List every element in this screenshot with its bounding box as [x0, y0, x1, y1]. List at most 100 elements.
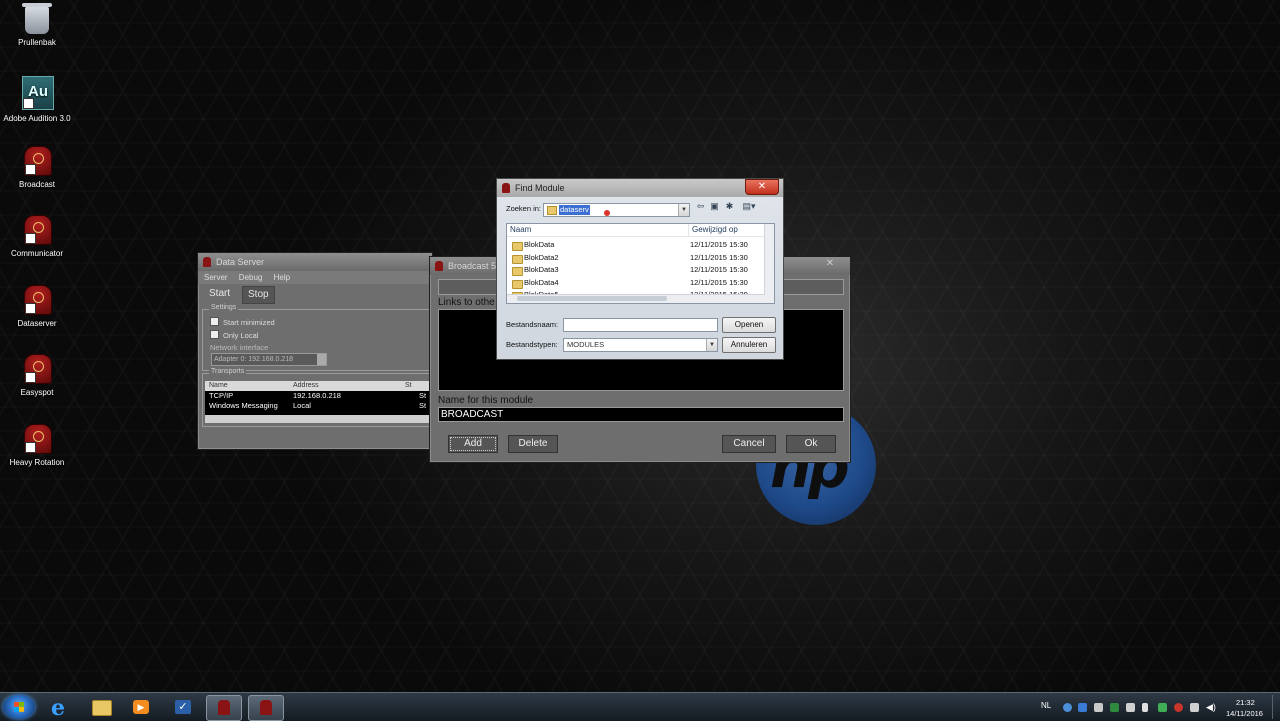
menu-debug[interactable]: Debug	[239, 273, 263, 282]
shortcut-arrow-icon	[25, 164, 36, 175]
add-button[interactable]: Add	[448, 435, 498, 453]
file-name: BlokData	[524, 240, 555, 249]
menu-server[interactable]: Server	[204, 273, 228, 282]
chevron-down-icon	[317, 354, 326, 365]
menu-bar: Server Debug Help	[198, 271, 432, 284]
delete-button[interactable]: Delete	[508, 435, 558, 453]
list-item[interactable]: BlokData3 12/11/2015 15:30	[507, 264, 774, 277]
cancel-button[interactable]: Annuleren	[722, 337, 776, 353]
shortcut-arrow-icon	[25, 303, 36, 314]
monitor-icon[interactable]	[1126, 703, 1135, 712]
scroll-thumb[interactable]	[517, 296, 667, 301]
view-menu-icon[interactable]: ▤▾	[740, 201, 758, 211]
bluetooth-icon[interactable]	[1078, 703, 1087, 712]
checkbox-label: Only Local	[223, 331, 259, 340]
taskbar-media-player[interactable]: ▶	[124, 695, 158, 719]
network-globe-icon[interactable]	[1063, 703, 1072, 712]
app-icon	[203, 257, 211, 267]
taskbar-dataserver[interactable]	[206, 695, 242, 721]
col-gewijzigd[interactable]: Gewijzigd op	[688, 224, 738, 236]
folder-icon	[512, 242, 523, 251]
col-address[interactable]: Address	[293, 381, 319, 391]
menu-help[interactable]: Help	[274, 273, 290, 282]
close-icon[interactable]: ✕	[814, 257, 846, 271]
play-icon: ▶	[133, 700, 149, 714]
back-icon[interactable]: ⇦	[695, 201, 706, 211]
cancel-button[interactable]: Cancel	[722, 435, 776, 453]
taskbar-broadcast[interactable]	[248, 695, 284, 721]
folder-icon	[512, 279, 523, 289]
broadcast-app-icon	[260, 700, 272, 715]
list-item[interactable]: BlokData 12/11/2015 15:30	[507, 239, 774, 252]
module-name-input[interactable]: BROADCAST	[438, 407, 844, 422]
taskbar-tasks[interactable]: ✓	[166, 695, 200, 719]
vertical-scrollbar[interactable]	[764, 224, 774, 303]
start-button[interactable]	[3, 695, 35, 719]
stop-button[interactable]: Stop	[242, 286, 275, 304]
show-desktop-button[interactable]	[1272, 695, 1280, 719]
col-status[interactable]: St	[405, 381, 412, 391]
printer-icon[interactable]	[1094, 703, 1103, 712]
horizontal-scrollbar[interactable]	[507, 294, 765, 303]
desktop-icon-broadcast[interactable]: Broadcast	[0, 146, 74, 189]
network-interface-label: Network interface	[210, 343, 269, 352]
checkmark-icon: ✓	[175, 700, 191, 714]
find-module-titlebar[interactable]: Find Module ✕	[497, 179, 783, 197]
start-minimized-checkbox[interactable]: Start minimized	[210, 317, 275, 328]
row-name: TCP/IP	[209, 391, 234, 400]
desktop-icon-communicator[interactable]: Communicator	[0, 215, 74, 258]
app-icon	[435, 261, 443, 271]
ok-button[interactable]: Ok	[786, 435, 836, 453]
volume-icon[interactable]: ◀)	[1206, 703, 1216, 712]
taskbar-explorer[interactable]	[84, 695, 118, 719]
settings-label: Settings	[209, 304, 239, 311]
clock-date[interactable]: 14/11/2016	[1226, 709, 1263, 718]
filename-input[interactable]	[563, 318, 718, 332]
horizontal-scrollbar[interactable]	[205, 415, 429, 423]
desktop-icon-dataserver[interactable]: Dataserver	[0, 285, 74, 328]
desktop-icon-label: Dataserver	[17, 319, 57, 328]
easyspot-app-icon	[24, 354, 52, 384]
desktop-icon-heavy-rotation[interactable]: Heavy Rotation	[0, 424, 74, 467]
up-folder-icon[interactable]: ▣	[709, 201, 720, 211]
close-button[interactable]: ✕	[745, 179, 779, 195]
list-item[interactable]: BlokData2 12/11/2015 15:30	[507, 252, 774, 265]
file-date: 12/11/2015 15:30	[690, 252, 748, 262]
dataserver-app-icon	[24, 285, 52, 315]
new-folder-icon[interactable]: ✱	[724, 201, 735, 211]
transports-list: Name Address St TCP/IP 192.168.0.218 St …	[205, 381, 429, 423]
sync-icon[interactable]	[1158, 703, 1167, 712]
col-naam[interactable]: Naam	[510, 224, 531, 236]
table-row[interactable]: Windows Messaging Local St	[205, 401, 429, 411]
alert-icon[interactable]	[1174, 703, 1183, 712]
desktop-icon-label: Prullenbak	[18, 38, 56, 47]
col-name[interactable]: Name	[209, 381, 228, 391]
folder-icon	[512, 267, 523, 277]
click-indicator-icon	[604, 210, 610, 216]
table-row[interactable]: TCP/IP 192.168.0.218 St	[205, 391, 429, 401]
zoeken-in-label: Zoeken in:	[506, 204, 542, 213]
desktop-icon-label: Easyspot	[20, 388, 54, 397]
clock-time[interactable]: 21:32	[1236, 698, 1255, 707]
security-icon[interactable]	[1110, 703, 1119, 712]
look-in-select[interactable]: dataserv ▼	[543, 203, 690, 217]
shortcut-arrow-icon	[25, 233, 36, 244]
look-in-value: dataserv	[559, 205, 590, 215]
adapter-select[interactable]: Adapter 0: 192.168.0.218	[211, 353, 327, 366]
list-item[interactable]: BlokData4 12/11/2015 15:30	[507, 277, 774, 290]
file-list: Naam Gewijzigd op BlokData 12/11/2015 15:…	[506, 223, 775, 304]
data-server-titlebar[interactable]: Data Server	[198, 253, 432, 271]
desktop-icon-recycle-bin[interactable]: Prullenbak	[0, 3, 74, 47]
start-button[interactable]: Start	[204, 286, 235, 302]
folder-icon	[512, 254, 523, 264]
language-indicator[interactable]: NL	[1041, 701, 1051, 710]
row-name: Windows Messaging	[209, 401, 278, 410]
taskbar-internet-explorer[interactable]: e	[44, 695, 78, 721]
desktop-icon-adobe-audition[interactable]: Au Adobe Audition 3.0	[0, 76, 74, 123]
display-icon[interactable]	[1190, 703, 1199, 712]
desktop-icon-easyspot[interactable]: Easyspot	[0, 354, 74, 397]
open-button[interactable]: Openen	[722, 317, 776, 333]
filetype-select[interactable]: MODULES ▼	[563, 338, 718, 352]
flag-icon[interactable]	[1142, 703, 1148, 712]
only-local-checkbox[interactable]: Only Local	[210, 330, 258, 341]
